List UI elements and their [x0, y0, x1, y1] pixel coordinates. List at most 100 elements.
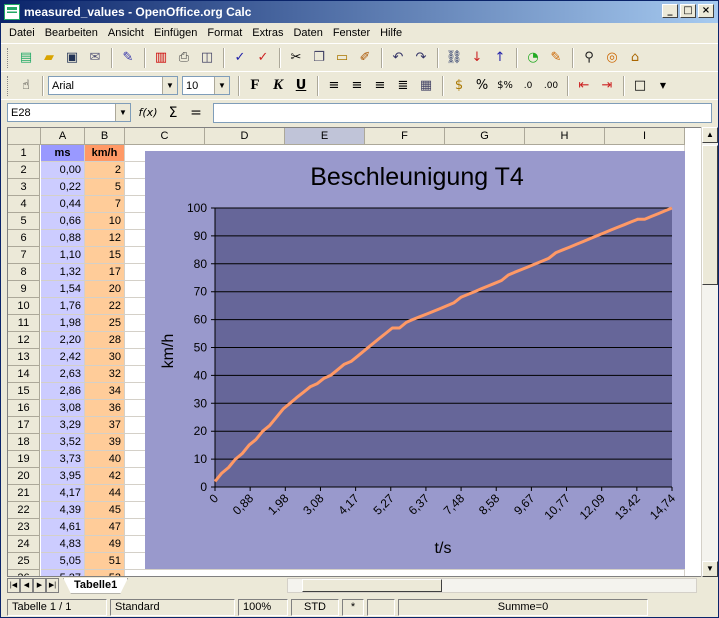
increase-indent-icon[interactable]: ⇥	[596, 75, 618, 97]
cell-a-value[interactable]: 0,66	[41, 213, 85, 230]
cell-b-value[interactable]: 40	[85, 451, 125, 468]
menu-extras[interactable]: Extras	[248, 27, 289, 39]
cell-a-value[interactable]: 0,22	[41, 179, 85, 196]
cell-b-value[interactable]: 7	[85, 196, 125, 213]
row-header[interactable]: 15	[8, 383, 40, 400]
copy-icon[interactable]: ❐	[308, 47, 330, 69]
chart-object[interactable]: 0 10 20 30 40 50 60 70 80 90 100 0 0,88 1,98 3,08 4,17 5…	[145, 151, 685, 569]
decrease-indent-icon[interactable]: ⇤	[573, 75, 595, 97]
cell-a-value[interactable]: 0,88	[41, 230, 85, 247]
cell-a-value[interactable]: 2,42	[41, 349, 85, 366]
cell-a-value[interactable]: 5,05	[41, 553, 85, 570]
show-draw-functions-icon[interactable]: ✎	[545, 47, 567, 69]
align-right-icon[interactable]: ≡	[369, 75, 391, 97]
cell-a-value[interactable]: 4,83	[41, 536, 85, 553]
row-header[interactable]: 24	[8, 536, 40, 553]
standard-format-icon[interactable]: $%	[494, 75, 516, 97]
row-header[interactable]: 20	[8, 468, 40, 485]
currency-format-icon[interactable]: $	[448, 75, 470, 97]
row-header[interactable]: 18	[8, 434, 40, 451]
horizontal-scroll-thumb[interactable]	[302, 579, 442, 592]
cell-a-value[interactable]: 3,52	[41, 434, 85, 451]
cell-b-value[interactable]: 42	[85, 468, 125, 485]
align-justify-icon[interactable]: ≣	[392, 75, 414, 97]
cell-b-value[interactable]: 37	[85, 417, 125, 434]
delete-decimal-icon[interactable]: .00	[540, 75, 562, 97]
spellcheck-icon[interactable]: ✓	[229, 47, 251, 69]
status-zoom[interactable]: 100%	[238, 598, 288, 616]
cell-a-value[interactable]: 2,63	[41, 366, 85, 383]
percent-format-icon[interactable]: %	[471, 75, 493, 97]
vertical-scrollbar[interactable]: ▲ ▼	[701, 127, 718, 577]
cell-b-value[interactable]: 49	[85, 536, 125, 553]
menu-datei[interactable]: Datei	[5, 27, 41, 39]
underline-icon[interactable]: U	[290, 75, 312, 97]
cell-b-value[interactable]: 2	[85, 162, 125, 179]
column-header-a[interactable]: A	[41, 128, 85, 145]
row-header[interactable]: 16	[8, 400, 40, 417]
menu-bearbeiten[interactable]: Bearbeiten	[41, 27, 104, 39]
format-paintbrush-icon[interactable]: ✐	[354, 47, 376, 69]
chevron-down-icon[interactable]: ▼	[214, 77, 229, 94]
last-sheet-icon[interactable]: ▶|	[46, 578, 59, 593]
open-folder-icon[interactable]: ▰	[38, 47, 60, 69]
row-header[interactable]: 5	[8, 213, 40, 230]
column-header-h[interactable]: H	[525, 128, 605, 145]
row-header[interactable]: 9	[8, 281, 40, 298]
insert-chart-icon[interactable]: ◔	[522, 47, 544, 69]
cell-b-value[interactable]: 12	[85, 230, 125, 247]
cell-b-value[interactable]: 47	[85, 519, 125, 536]
cell-b-value[interactable]: 32	[85, 366, 125, 383]
cut-icon[interactable]: ✂	[285, 47, 307, 69]
menu-ansicht[interactable]: Ansicht	[104, 27, 150, 39]
row-header[interactable]: 7	[8, 247, 40, 264]
chevron-down-icon[interactable]: ▼	[162, 77, 177, 94]
cell-a-header[interactable]: ms	[41, 145, 85, 162]
chevron-down-icon[interactable]: ▼	[115, 104, 130, 121]
new-document-icon[interactable]: ▤	[15, 47, 37, 69]
edit-file-icon[interactable]: ✎	[117, 47, 139, 69]
borders-icon[interactable]: □	[629, 75, 651, 97]
row-header[interactable]: 22	[8, 502, 40, 519]
column-header-e[interactable]: E	[285, 128, 365, 145]
cell-b-header[interactable]: km/h	[85, 145, 125, 162]
cell-b-value[interactable]: 5	[85, 179, 125, 196]
horizontal-scrollbar[interactable]	[287, 578, 697, 593]
undo-icon[interactable]: ↶	[387, 47, 409, 69]
cell-b-value[interactable]: 39	[85, 434, 125, 451]
sum-button[interactable]: Σ	[162, 102, 184, 124]
font-size-select[interactable]: 10 ▼	[182, 76, 230, 95]
row-header[interactable]: 12	[8, 332, 40, 349]
status-page-style[interactable]: Standard	[110, 598, 235, 616]
autospellcheck-icon[interactable]: ✓	[252, 47, 274, 69]
export-pdf-icon[interactable]: ▥	[150, 47, 172, 69]
row-header[interactable]: 2	[8, 162, 40, 179]
toolbar-grip[interactable]	[7, 47, 11, 68]
cell-b-value[interactable]: 28	[85, 332, 125, 349]
cell-a-value[interactable]: 1,76	[41, 298, 85, 315]
cell-b-value[interactable]: 20	[85, 281, 125, 298]
align-center-icon[interactable]: ≡	[346, 75, 368, 97]
cell-b-value[interactable]: 17	[85, 264, 125, 281]
function-button[interactable]: =	[185, 102, 207, 124]
row-header[interactable]: 10	[8, 298, 40, 315]
next-sheet-icon[interactable]: ▶	[33, 578, 46, 593]
close-button[interactable]: ×	[698, 4, 714, 18]
font-name-select[interactable]: Arial ▼	[48, 76, 178, 95]
column-header-d[interactable]: D	[205, 128, 285, 145]
column-header-i[interactable]: I	[605, 128, 685, 145]
menu-daten[interactable]: Daten	[289, 27, 328, 39]
save-icon[interactable]: ▣	[61, 47, 83, 69]
merge-cells-icon[interactable]: ▦	[415, 75, 437, 97]
row-header[interactable]: 17	[8, 417, 40, 434]
cell-a-value[interactable]: 3,29	[41, 417, 85, 434]
print-preview-icon[interactable]: ◫	[196, 47, 218, 69]
scroll-down-icon[interactable]: ▼	[702, 561, 718, 577]
status-selection-mode[interactable]: STD	[291, 598, 339, 616]
paste-icon[interactable]: ▭	[331, 47, 353, 69]
sort-descending-icon[interactable]: ↑	[489, 47, 511, 69]
cell-b-value[interactable]: 10	[85, 213, 125, 230]
sort-ascending-icon[interactable]: ↓	[466, 47, 488, 69]
cell-a-value[interactable]: 1,98	[41, 315, 85, 332]
row-header[interactable]: 11	[8, 315, 40, 332]
